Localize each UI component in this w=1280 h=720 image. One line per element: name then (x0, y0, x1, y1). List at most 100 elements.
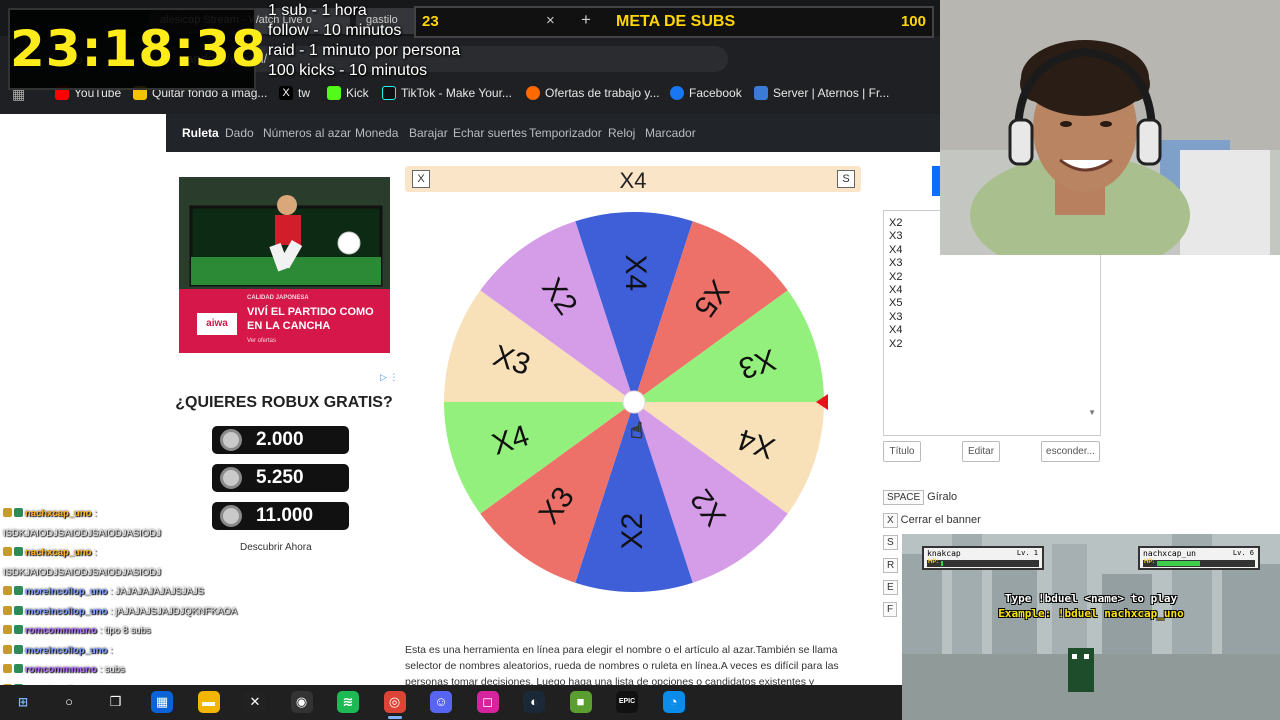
chat-text: : (109, 644, 113, 656)
spotify-icon[interactable]: ≋ (337, 691, 359, 713)
player2-hp-fill (1157, 561, 1201, 566)
site-nav: Ruleta Dado Números al azar Moneda Baraj… (166, 114, 940, 152)
chat-badge-icon (3, 644, 12, 654)
aternos-icon (754, 86, 768, 100)
robux-option[interactable]: 11.000 (212, 502, 349, 530)
wheel-segment-label: X4 (619, 254, 652, 291)
obs-icon[interactable]: ◉ (290, 691, 313, 713)
chat-badge-icon (14, 625, 23, 634)
webcam-feed (940, 0, 1280, 255)
chat-username: moreincollop_uno (25, 644, 110, 656)
ad-cta-link[interactable]: Ver ofertas (247, 338, 276, 344)
nav-marcador[interactable]: Marcador (645, 126, 696, 140)
bookmark-kick[interactable]: Kick (327, 86, 369, 100)
chat-badge-icon (14, 586, 23, 595)
windows-taskbar: ⊞ ○ ❒ ▦ ▬ ✕ ◉ ≋ ◎ ☺ ◻ ◐ ■ EPIC ◔ (0, 685, 902, 720)
robux-option[interactable]: 2.000 (212, 426, 349, 454)
chat-badge-icon (3, 508, 12, 517)
steam-icon[interactable]: ◐ (523, 691, 545, 713)
chat-badge-icon (14, 605, 23, 615)
sub-goal-bar: 23 × + META DE SUBS 100 (414, 6, 934, 38)
chat-text: ISDKJAIODJSAIODJSAIODJASIODJ (3, 566, 161, 578)
chat-badge-icon (3, 605, 12, 615)
bookmark-jobs[interactable]: Ofertas de trabajo y... (526, 86, 660, 100)
duel-game-overlay: knakcap Lv. 1 HP: nachxcap_un Lv. 6 HP: … (902, 534, 1280, 720)
chat-message: romcommmuno : tipo 8 subs (3, 625, 151, 636)
chat-username: moreincollop_uno (25, 586, 110, 597)
aiwa-logo: aiwa (197, 313, 237, 335)
chat-message: moreincollop_uno : (3, 644, 113, 656)
title-button[interactable]: Título (883, 441, 921, 462)
edge-icon[interactable]: ◔ (662, 691, 685, 713)
nav-moneda[interactable]: Moneda (355, 126, 398, 140)
nav-dado[interactable]: Dado (225, 126, 254, 140)
entry-line: X2 (889, 270, 903, 283)
entry-line: X2 (889, 337, 903, 350)
search-icon[interactable]: ○ (58, 691, 80, 713)
bookmark-tiktok[interactable]: TikTok - Make Your... (382, 86, 512, 100)
chat-message: ISDKJAIODJSAIODJSAIODJASIODJ (3, 528, 161, 539)
shortcut-e: E (883, 580, 901, 595)
start-button-icon[interactable]: ⊞ (12, 691, 34, 713)
chat-text: : tipo 8 subs (99, 625, 151, 636)
close-banner-button[interactable]: X (412, 170, 430, 188)
entry-line: X4 (889, 324, 903, 337)
entry-line: X5 (889, 297, 903, 310)
sound-button[interactable]: S (837, 170, 855, 188)
nav-reloj[interactable]: Reloj (608, 126, 635, 140)
spin-wheel[interactable]: X4X5X3X4X2X2X3X4X3X2☝ (438, 206, 830, 598)
blue-side-tab[interactable] (932, 166, 940, 196)
nav-echar-suertes[interactable]: Echar suertes (453, 126, 527, 140)
robux-ad-title: ¿QUIERES ROBUX GRATIS? (175, 394, 393, 411)
shortcut-space: SPACE Gíralo (883, 490, 957, 505)
nav-barajar[interactable]: Barajar (409, 126, 448, 140)
goal-current: 23 (422, 13, 439, 30)
epic-games-icon[interactable]: EPIC (616, 691, 638, 713)
task-view-icon[interactable]: ❒ (104, 691, 127, 713)
hand-cursor-icon: ☝ (630, 418, 643, 443)
game-instructions: Type !bduel <name> to play (1004, 592, 1178, 605)
player2-level: Lv. 6 (1232, 549, 1254, 557)
chrome-icon[interactable]: ◎ (383, 691, 406, 713)
robux-cta[interactable]: Descubrir Ahora (240, 542, 312, 553)
kick-icon (327, 86, 341, 100)
active-app-indicator (387, 716, 402, 719)
minecraft-icon[interactable]: ■ (569, 691, 592, 713)
wheel-hub[interactable] (622, 390, 646, 414)
chat-badge-icon (3, 547, 12, 556)
rule-line: raid - 1 minuto por persona (268, 42, 461, 59)
aiwa-ad[interactable]: aiwa CALIDAD JAPONESA VIVÍ EL PARTIDO CO… (179, 177, 390, 353)
bookmark-aternos[interactable]: Server | Aternos | Fr... (754, 86, 889, 100)
bookmark-facebook[interactable]: Facebook (670, 86, 742, 100)
chat-badge-icon (3, 664, 12, 673)
goal-title: META DE SUBS (616, 13, 736, 30)
goal-target: 100 (900, 13, 926, 30)
chat-badge-icon (3, 625, 12, 634)
chat-message: romcommmuno : subs (3, 664, 125, 675)
chat-text: : (94, 547, 97, 558)
edit-button[interactable]: Editar (962, 441, 1000, 462)
hide-button[interactable]: esconder... (1041, 441, 1100, 462)
discord-icon[interactable]: ☺ (430, 691, 452, 713)
instagram-icon[interactable]: ◻ (476, 691, 499, 713)
chat-username: romcommmuno (25, 625, 100, 636)
ad-headline: VIVÍ EL PARTIDO COMO EN LA CANCHA (247, 306, 374, 332)
nav-numeros[interactable]: Números al azar (263, 126, 351, 140)
jobs-icon (526, 86, 540, 100)
scroll-down-icon[interactable]: ▼ (1088, 408, 1096, 417)
store-icon[interactable]: ▦ (151, 691, 173, 713)
nav-ruleta[interactable]: Ruleta (182, 126, 219, 140)
chat-message: moreincollop_uno : JAJAJAJAJAJSJAJS (3, 586, 204, 597)
tiktok-icon (382, 86, 396, 100)
robux-ad[interactable]: ¿QUIERES ROBUX GRATIS? 2.000 5.250 11.00… (166, 372, 400, 672)
chat-text: : subs (99, 664, 125, 675)
entry-line: X3 (889, 310, 903, 323)
file-explorer-icon[interactable]: ▬ (197, 691, 220, 713)
player1-card: knakcap Lv. 1 HP: (922, 546, 1044, 570)
bookmark-x[interactable]: Xtw (279, 86, 310, 100)
capcut-icon[interactable]: ✕ (244, 691, 266, 713)
nav-temporizador[interactable]: Temporizador (529, 126, 602, 140)
robux-option[interactable]: 5.250 (212, 464, 349, 492)
subathon-timer: 23:18:38 (8, 8, 266, 90)
chat-badge-icon (14, 664, 23, 673)
